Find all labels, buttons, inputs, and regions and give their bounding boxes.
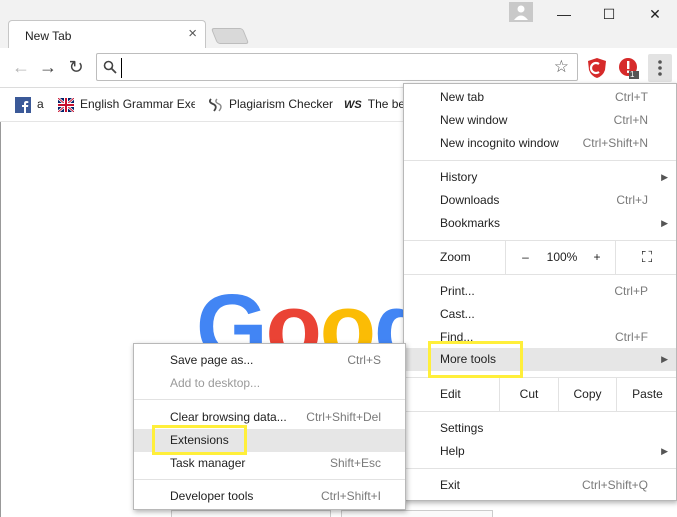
menu-item-new-tab[interactable]: New tab Ctrl+T (404, 86, 676, 109)
zoom-out-button[interactable]: – (505, 241, 545, 274)
more-tools-submenu: Save page as... Ctrl+S Add to desktop...… (133, 343, 406, 510)
cut-button[interactable]: Cut (499, 378, 558, 411)
back-button[interactable]: ← (10, 56, 32, 78)
menu-item-new-window[interactable]: New window Ctrl+N (404, 109, 676, 132)
title-bar: New Tab × — ☐ ✕ (0, 0, 677, 48)
chrome-main-menu: New tab Ctrl+T New window Ctrl+N New inc… (403, 83, 677, 501)
toolbar: ← → ↻ ☆ 1 (0, 48, 677, 88)
zoom-row: Zoom – 100% + ⛶ (404, 241, 676, 274)
bookmark-label: a (37, 97, 44, 112)
minimize-button[interactable]: — (549, 4, 579, 24)
bookmark-english-grammar[interactable]: English Grammar Exe (58, 97, 195, 113)
person-icon (514, 5, 528, 20)
submenu-arrow-icon: ▶ (661, 446, 668, 456)
extension-alert-icon[interactable] (617, 57, 639, 79)
menu-item-downloads[interactable]: Downloads Ctrl+J (404, 189, 676, 212)
menu-item-history[interactable]: History ▶ (404, 166, 676, 189)
copy-button[interactable]: Copy (558, 378, 616, 411)
menu-item-new-incognito[interactable]: New incognito window Ctrl+Shift+N (404, 132, 676, 155)
chrome-menu-button[interactable] (648, 54, 672, 82)
menu-separator (404, 411, 676, 412)
fullscreen-icon[interactable]: ⛶ (615, 241, 677, 274)
zoom-level: 100% (546, 250, 578, 264)
menu-item-cast[interactable]: Cast... (404, 303, 676, 326)
ws-icon: WS (344, 98, 362, 111)
plagiarism-checker-icon (208, 98, 222, 112)
kebab-menu-icon (658, 60, 662, 76)
facebook-icon (15, 97, 31, 113)
extension-badge: 1 (630, 70, 635, 79)
submenu-arrow-icon: ▶ (661, 218, 668, 228)
submenu-arrow-icon: ▶ (661, 172, 668, 182)
search-icon (103, 60, 117, 74)
menu-item-save-page[interactable]: Save page as... Ctrl+S (134, 349, 405, 372)
menu-item-extensions[interactable]: Extensions (134, 429, 405, 452)
menu-separator (134, 399, 405, 400)
tab-close-icon[interactable]: × (188, 26, 197, 42)
menu-separator (404, 160, 676, 161)
most-visited-tile[interactable] (341, 510, 493, 517)
bookmark-label: The be (367, 97, 404, 111)
bookmark-plagiarism-checker[interactable]: Plagiarism Checker (207, 97, 337, 113)
close-window-button[interactable]: ✕ (640, 4, 670, 24)
profile-button[interactable] (509, 2, 533, 22)
menu-separator (134, 479, 405, 480)
menu-item-developer-tools[interactable]: Developer tools Ctrl+Shift+I (134, 485, 405, 508)
reload-button[interactable]: ↻ (65, 56, 87, 78)
menu-separator (404, 468, 676, 469)
menu-item-exit[interactable]: Exit Ctrl+Shift+Q (404, 474, 676, 497)
new-tab-button[interactable] (210, 28, 250, 44)
omnibox[interactable]: ☆ (96, 53, 578, 81)
bookmark-facebook[interactable]: a (15, 97, 55, 113)
menu-item-help[interactable]: Help ▶ (404, 440, 676, 463)
paste-button[interactable]: Paste (616, 378, 677, 411)
bookmark-label: English Grammar Exe (80, 97, 195, 111)
menu-item-clear-browsing-data[interactable]: Clear browsing data... Ctrl+Shift+Del (134, 406, 405, 429)
menu-item-bookmarks[interactable]: Bookmarks ▶ (404, 212, 676, 235)
tab-new-tab[interactable]: New Tab × (8, 20, 206, 48)
address-input[interactable] (121, 58, 541, 78)
edit-label: Edit (440, 387, 461, 401)
bookmark-star-icon[interactable]: ☆ (554, 57, 569, 77)
menu-item-print[interactable]: Print... Ctrl+P (404, 280, 676, 303)
bookmark-ws[interactable]: WS The be (344, 97, 404, 113)
menu-item-find[interactable]: Find... Ctrl+F (404, 326, 676, 349)
edit-row: Edit Cut Copy Paste (404, 378, 676, 411)
maximize-button[interactable]: ☐ (594, 4, 624, 24)
menu-item-add-to-desktop: Add to desktop... (170, 376, 261, 390)
tab-title: New Tab (25, 29, 72, 43)
menu-item-task-manager[interactable]: Task manager Shift+Esc (134, 452, 405, 475)
bookmark-label: Plagiarism Checker (229, 97, 334, 112)
menu-item-settings[interactable]: Settings (404, 417, 676, 440)
submenu-arrow-icon: ▶ (661, 354, 668, 364)
forward-button[interactable]: → (37, 56, 59, 78)
zoom-in-button[interactable]: + (579, 241, 615, 274)
menu-item-more-tools[interactable]: More tools ▶ (404, 348, 676, 371)
uk-flag-icon (58, 97, 74, 112)
zoom-label: Zoom (440, 250, 471, 264)
most-visited-tile[interactable] (171, 510, 331, 517)
menu-separator (404, 274, 676, 275)
adblock-shield-icon[interactable] (586, 57, 608, 79)
